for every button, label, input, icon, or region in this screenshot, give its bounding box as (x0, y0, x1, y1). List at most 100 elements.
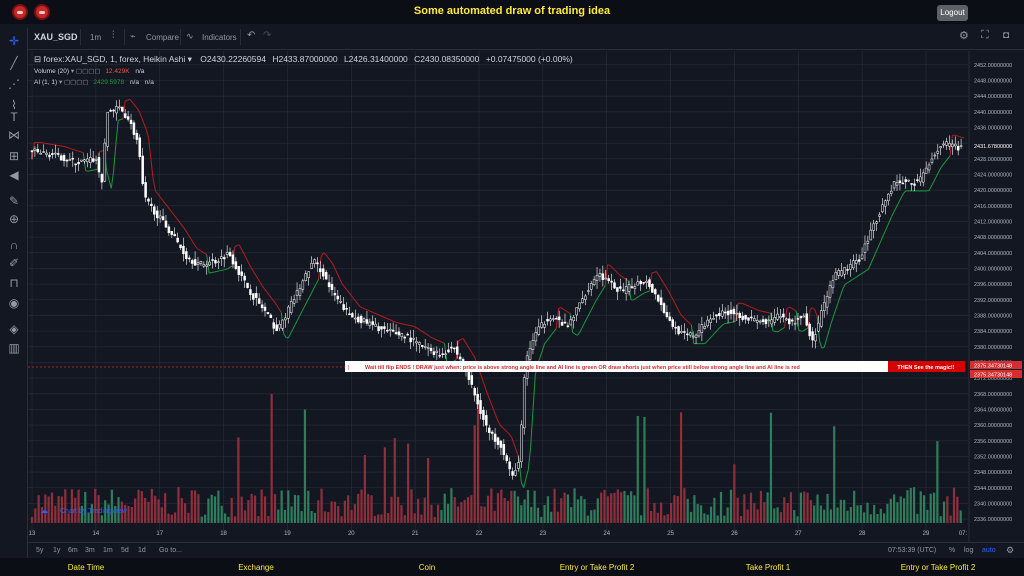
undo-icon[interactable]: ↶ (247, 30, 255, 41)
ai-line-segment (718, 325, 723, 329)
camera-icon[interactable]: ◘ (1003, 30, 1009, 41)
range-5d[interactable]: 5d (121, 547, 129, 554)
pencil-lock-icon[interactable]: ✐ (7, 256, 21, 270)
range-5y[interactable]: 5y (36, 547, 43, 554)
ai-line-segment (616, 271, 620, 275)
symbol-selector[interactable]: XAU_SGD (34, 32, 78, 42)
chart-settings-icon[interactable]: ⚙ (1006, 545, 1014, 556)
volume-bar (303, 409, 307, 523)
candle-body (945, 141, 948, 146)
lock-icon[interactable]: ⊓ (7, 276, 21, 290)
interval-selector[interactable]: 1m (90, 33, 101, 42)
volume-bar (623, 491, 626, 523)
volume-bar (137, 489, 140, 523)
log-toggle[interactable]: log (964, 547, 973, 554)
range-3m[interactable]: 3m (85, 547, 95, 554)
range-1y[interactable]: 1y (53, 547, 60, 554)
indicators-button[interactable]: Indicators (202, 33, 237, 42)
candle-body (368, 321, 372, 326)
table-header-footer: Date Time Exchange Coin Entry or Take Pr… (0, 558, 1024, 576)
legend-menu-icon[interactable]: ▾ (188, 54, 192, 64)
pattern-tool-icon[interactable]: ⋈ (7, 128, 21, 142)
volume-bar (669, 502, 673, 523)
volume-bar (293, 494, 297, 523)
indicators-icon[interactable]: ∿ (186, 31, 194, 42)
ai-line-segment (849, 279, 853, 282)
candle-body (849, 264, 852, 270)
volume-bar (147, 501, 150, 523)
legend-title[interactable]: forex:XAU_SGD, 1, forex, Heikin Ashi (44, 54, 186, 64)
ai-study-label[interactable]: AI (1, 1) (34, 79, 57, 86)
candle-body (837, 270, 841, 276)
ai-line-segment (588, 309, 592, 315)
ai-line-segment (308, 292, 313, 298)
candle-body (158, 215, 162, 219)
candle-body (828, 285, 832, 298)
volume-bar (483, 506, 486, 523)
ai-line-segment (863, 270, 867, 273)
ai-line-segment (462, 338, 466, 343)
candle-body (359, 315, 363, 324)
layers-icon[interactable]: ◈ (7, 322, 21, 336)
candle-body (144, 182, 147, 198)
volume-bar (580, 495, 583, 523)
banner-text: Wait till flip ENDS ! DRAW just when: pr… (365, 365, 800, 371)
ai-line-segment (747, 305, 750, 307)
x-tick-label: 19 (284, 531, 291, 537)
ai-line-segment (460, 337, 464, 341)
settings-gear-icon[interactable]: ⚙ (959, 29, 969, 42)
magnet-icon[interactable]: ∩ (7, 238, 21, 252)
back-arrow-icon[interactable]: ◀ (7, 168, 21, 182)
trash-icon[interactable]: ▥ (7, 341, 21, 355)
compare-icon[interactable]: ⌁ (130, 31, 135, 42)
percent-toggle[interactable]: % (949, 547, 955, 554)
price-chart[interactable]: 2452.00000000 2448.00000000 2444.00000000 2… (28, 51, 1024, 542)
text-tool-icon[interactable]: T (7, 110, 21, 124)
candle-body (386, 329, 389, 332)
candle-body (260, 304, 264, 309)
footer-col-tp1: Take Profit 1 (745, 563, 791, 572)
candle-body (412, 337, 415, 340)
candle-body (627, 284, 631, 292)
volume-menu-icon[interactable]: ▾ ▢▢▢▢ (71, 68, 101, 75)
fullscreen-icon[interactable]: ⛶ (981, 29, 989, 42)
trend-line-icon[interactable]: ╱ (7, 56, 21, 70)
ai-menu-icon[interactable]: ▾ ▢▢▢▢ (59, 79, 89, 86)
crosshair-icon[interactable]: ✛ (7, 34, 21, 48)
eye-icon[interactable]: ◉ (7, 296, 21, 310)
candle-body (572, 316, 575, 321)
ruler-icon[interactable]: ✎ (7, 194, 21, 208)
volume-bar (436, 504, 440, 523)
candle-body (878, 214, 881, 217)
range-1m[interactable]: 1m (103, 547, 113, 554)
volume-bar (380, 514, 383, 523)
zoom-in-icon[interactable]: ⊕ (7, 212, 21, 226)
ai-line-segment (742, 303, 746, 305)
candle-body (901, 182, 905, 185)
fib-tool-icon[interactable]: ⋰ (7, 77, 21, 91)
forecast-tool-icon[interactable]: ⊞ (7, 149, 21, 163)
volume-bar (816, 494, 819, 523)
auto-toggle[interactable]: auto (982, 547, 996, 554)
range-6m[interactable]: 6m (68, 547, 78, 554)
logout-button[interactable]: Logout (937, 5, 968, 21)
volume-bar (633, 495, 636, 523)
clock-readout[interactable]: 07:53:39 (UTC) (888, 547, 936, 554)
compare-button[interactable]: Compare (146, 33, 179, 42)
redo-icon[interactable]: ↷ (263, 30, 271, 41)
volume-study-label[interactable]: Volume (20) (34, 68, 69, 75)
candle-body (799, 316, 803, 319)
candle-body (531, 340, 535, 350)
volume-bar (540, 516, 543, 523)
range-1d[interactable]: 1d (138, 547, 146, 554)
ai-line-segment (893, 206, 897, 212)
legend-collapse-icon[interactable]: ⊟ (34, 54, 41, 64)
chart-type-icon[interactable]: ⫶ (112, 30, 115, 41)
ai-line-segment (791, 307, 795, 310)
ai-line-segment (959, 136, 962, 138)
ai-line-segment (416, 327, 420, 330)
goto-button[interactable]: Go to... (159, 547, 182, 554)
volume-bar (596, 498, 599, 523)
candle-body (348, 313, 351, 315)
ai-line-segment (560, 307, 564, 310)
